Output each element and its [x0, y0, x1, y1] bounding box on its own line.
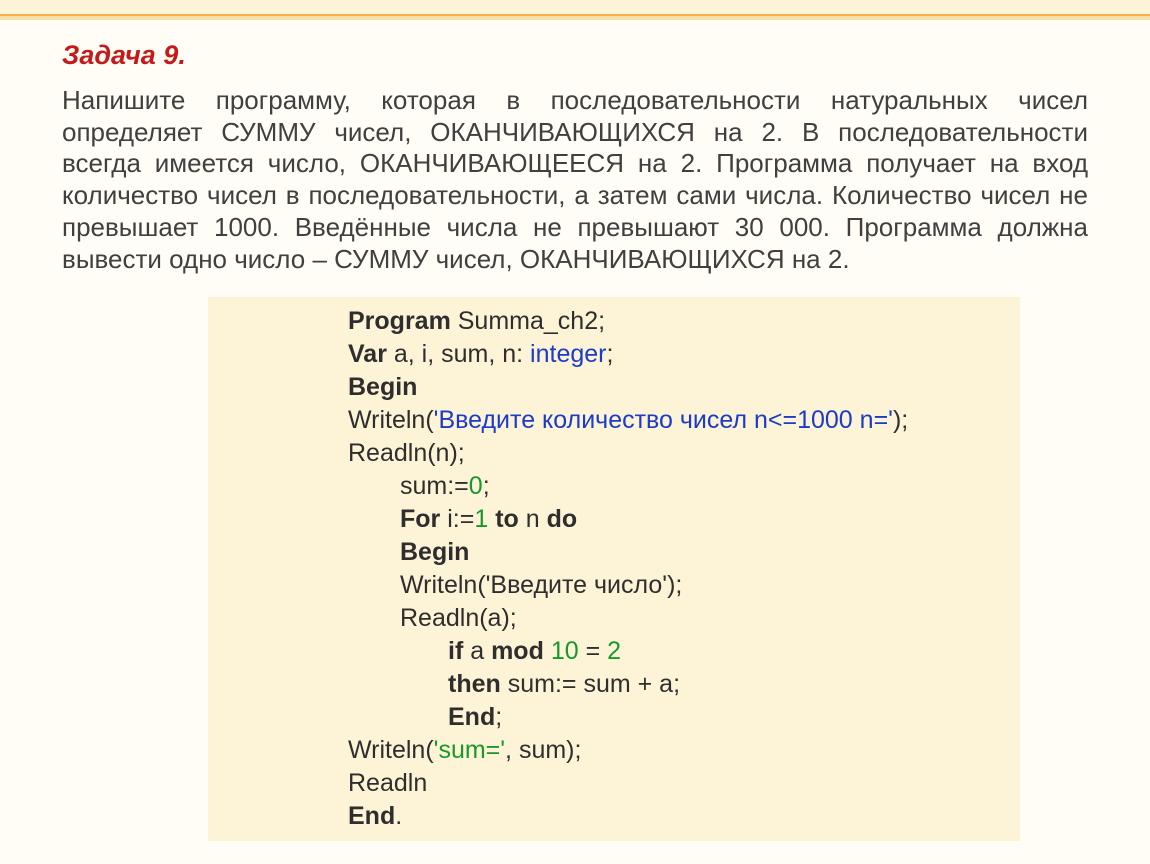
code-text: Writeln( — [348, 736, 434, 764]
kw-then: then — [448, 670, 501, 698]
code-text: ); — [893, 406, 908, 434]
kw-do: do — [547, 505, 578, 533]
code-text: Readln — [348, 769, 427, 797]
code-text: a, i, sum, n: — [387, 340, 530, 368]
code-line-12: then sum:= sum + a; — [348, 668, 1020, 701]
code-text: a — [463, 637, 491, 665]
slide-content: Задача 9. Напишите программу, которая в … — [0, 16, 1150, 841]
code-text: Writeln( — [348, 406, 434, 434]
code-text: ; — [607, 340, 614, 368]
string-literal: 'sum=' — [434, 736, 505, 764]
code-line-13: End; — [348, 701, 1020, 734]
number-literal: 10 — [551, 637, 579, 665]
number-literal: 2 — [607, 637, 621, 665]
kw-var: Var — [348, 340, 387, 368]
code-line-11: if a mod 10 = 2 — [348, 635, 1020, 668]
code-line-2: Var a, i, sum, n: integer; — [348, 338, 1020, 371]
string-literal: 'Введите количество чисел n<=1000 n=' — [434, 406, 893, 434]
task-title: Задача 9. — [62, 40, 1088, 71]
code-block: Program Summa_ch2; Var a, i, sum, n: int… — [208, 297, 1020, 841]
code-text — [544, 637, 551, 665]
code-line-15: Readln — [348, 767, 1020, 800]
code-line-4: Writeln('Введите количество чисел n<=100… — [348, 404, 1020, 437]
kw-end: End — [348, 802, 395, 830]
kw-if: if — [448, 637, 463, 665]
kw-end: End — [448, 703, 495, 731]
code-line-6: sum:=0; — [348, 470, 1020, 503]
task-description: Напишите программу, которая в последоват… — [62, 85, 1088, 275]
code-text: sum:= sum + a; — [501, 670, 680, 698]
code-line-14: Writeln('sum=', sum); — [348, 734, 1020, 767]
code-text: , sum); — [505, 736, 581, 764]
code-line-8: Begin — [348, 536, 1020, 569]
kw-begin: Begin — [348, 373, 417, 401]
code-text: Readln(a); — [400, 604, 517, 632]
top-decorative-strip — [0, 0, 1150, 16]
number-literal: 1 — [474, 505, 488, 533]
kw-to: to — [495, 505, 519, 533]
code-line-7: For i:=1 to n do — [348, 503, 1020, 536]
kw-mod: mod — [491, 637, 544, 665]
code-text: Readln(n); — [348, 439, 465, 467]
code-text: n — [519, 505, 547, 533]
kw-for: For — [400, 505, 440, 533]
code-line-9: Writeln('Введите число'); — [348, 569, 1020, 602]
code-line-10: Readln(a); — [348, 602, 1020, 635]
kw-begin: Begin — [400, 538, 469, 566]
code-text: i:= — [440, 505, 474, 533]
code-text: Writeln('Введите число'); — [400, 571, 682, 599]
code-text: ; — [495, 703, 502, 731]
code-text: = — [579, 637, 608, 665]
code-text: Summa_ch2; — [451, 307, 605, 335]
code-text: . — [395, 802, 402, 830]
code-line-5: Readln(n); — [348, 437, 1020, 470]
number-literal: 0 — [469, 472, 483, 500]
kw-program: Program — [348, 307, 451, 335]
kw-integer: integer — [530, 340, 606, 368]
code-line-16: End. — [348, 800, 1020, 833]
code-line-1: Program Summa_ch2; — [348, 305, 1020, 338]
code-text: sum:= — [400, 472, 469, 500]
code-text: ; — [483, 472, 490, 500]
code-line-3: Begin — [348, 371, 1020, 404]
